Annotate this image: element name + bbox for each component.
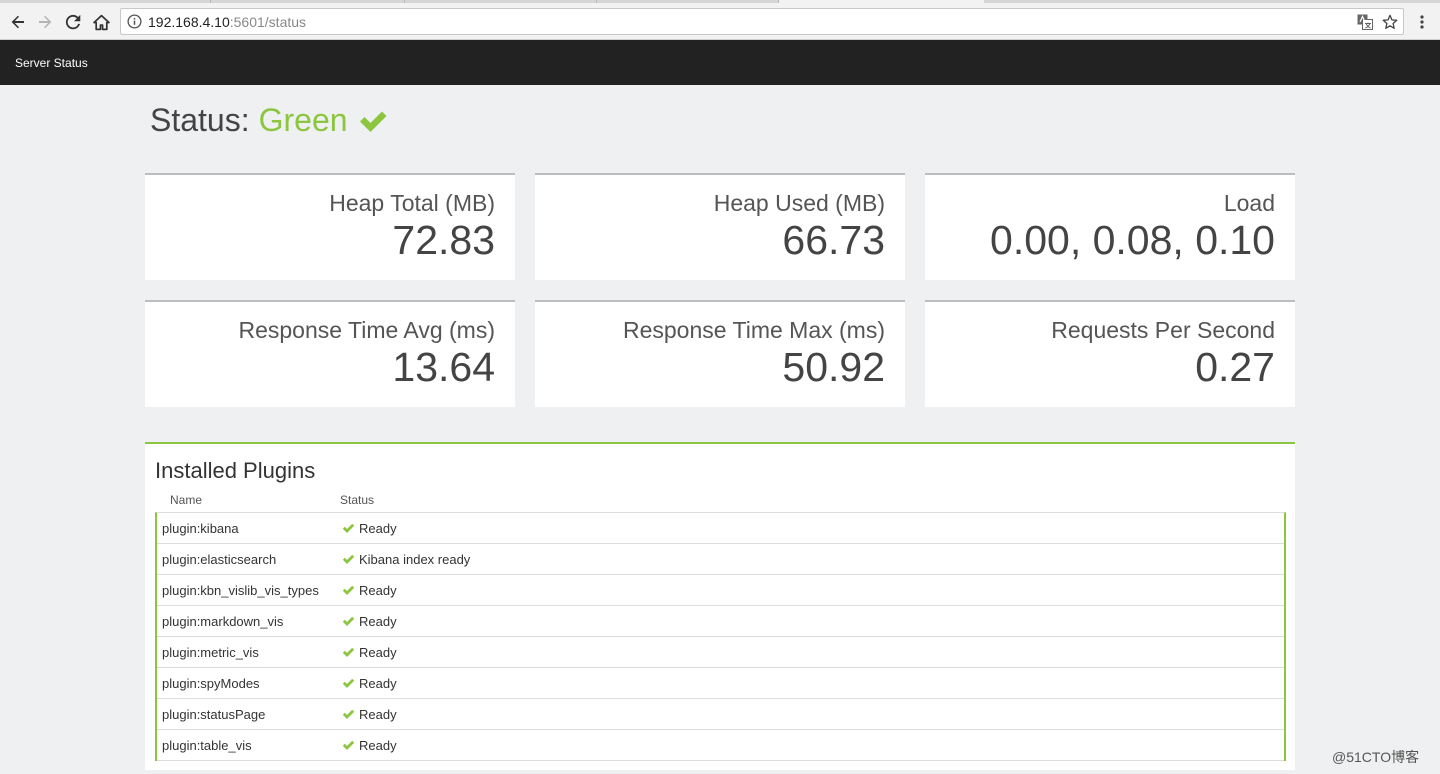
address-bar[interactable]: 192.168.4.10:5601/status	[120, 8, 1404, 35]
plugin-name: plugin:kibana	[162, 521, 239, 536]
metric-card-load: Load 0.00, 0.08, 0.10	[925, 173, 1295, 280]
plugin-status: Ready	[342, 738, 397, 753]
plugin-status-text: Ready	[359, 707, 397, 722]
star-icon	[1382, 14, 1398, 29]
metric-value: 0.00, 0.08, 0.10	[990, 217, 1275, 263]
url-path: :5601/status	[229, 14, 307, 30]
table-row: plugin:kbn_vislib_vis_types Ready	[157, 575, 1284, 606]
column-header-name: Name	[170, 493, 203, 507]
plugin-name: plugin:spyModes	[162, 676, 260, 691]
metric-label: Requests Per Second	[1051, 317, 1275, 343]
forward-arrow-icon	[39, 15, 52, 29]
plugin-status-text: Ready	[359, 583, 397, 598]
status-state: Green	[258, 102, 348, 138]
metric-card-response-max: Response Time Max (ms) 50.92	[535, 300, 905, 407]
check-icon	[342, 585, 355, 595]
metric-value: 0.27	[1195, 344, 1275, 390]
metric-card-requests-per-second: Requests Per Second 0.27	[925, 300, 1295, 407]
plugins-heading: Installed Plugins	[155, 458, 316, 483]
plugin-name: plugin:markdown_vis	[162, 614, 284, 629]
metric-value: 50.92	[782, 344, 885, 390]
home-button[interactable]	[89, 10, 113, 34]
plugin-status-text: Ready	[359, 521, 397, 536]
installed-plugins-panel: Installed Plugins Name Status plugin:kib…	[145, 442, 1295, 770]
check-icon	[342, 647, 355, 657]
more-vertical-icon	[1420, 15, 1424, 29]
check-icon	[342, 616, 355, 626]
check-icon	[359, 111, 387, 132]
translate-icon	[1357, 14, 1373, 30]
plugin-status: Ready	[342, 521, 397, 536]
plugin-status-text: Ready	[359, 738, 397, 753]
plugin-name: plugin:elasticsearch	[162, 552, 277, 567]
watermark: @51CTO博客	[1332, 749, 1420, 765]
column-header-status: Status	[340, 493, 375, 507]
plugin-status-text: Ready	[359, 614, 397, 629]
reload-icon	[65, 14, 81, 30]
metric-card-response-avg: Response Time Avg (ms) 13.64	[145, 300, 515, 407]
plugin-name: plugin:table_vis	[162, 738, 252, 753]
status-prefix: Status:	[150, 102, 250, 138]
table-row: plugin:table_vis Ready	[157, 730, 1284, 761]
plugin-status: Ready	[342, 645, 397, 660]
metric-label: Load	[1223, 190, 1275, 216]
metric-value: 72.83	[392, 217, 495, 263]
browser-toolbar: 192.168.4.10:5601/status	[0, 3, 1440, 40]
plugin-name: plugin:metric_vis	[162, 645, 259, 660]
browser-menu-button[interactable]	[1412, 10, 1432, 34]
table-row: plugin:elasticsearch Kibana index ready	[157, 544, 1284, 575]
url-text[interactable]: 192.168.4.10:5601/status	[148, 14, 306, 30]
check-icon	[342, 709, 355, 719]
table-row: plugin:kibana Ready	[157, 513, 1284, 544]
metric-value: 13.64	[392, 344, 495, 390]
plugin-status: Ready	[342, 614, 397, 629]
metric-label: Heap Used (MB)	[713, 190, 885, 216]
plugin-status-text: Kibana index ready	[359, 552, 471, 567]
overall-status: Status: Green	[150, 102, 388, 139]
check-icon	[342, 740, 355, 750]
page-title[interactable]: Server Status	[15, 56, 88, 70]
plugin-status: Ready	[342, 676, 397, 691]
app-header: Server Status	[0, 40, 1440, 85]
forward-button[interactable]	[33, 10, 57, 34]
table-row: plugin:metric_vis Ready	[157, 637, 1284, 668]
back-arrow-icon	[11, 15, 24, 29]
metric-label: Response Time Max (ms)	[622, 317, 885, 343]
plugin-status: Ready	[342, 707, 397, 722]
check-icon	[342, 554, 355, 564]
bookmark-star-button[interactable]	[1381, 13, 1399, 31]
metric-label: Heap Total (MB)	[329, 190, 495, 216]
back-button[interactable]	[6, 10, 30, 34]
plugin-status-text: Ready	[359, 676, 397, 691]
table-row: plugin:spyModes Ready	[157, 668, 1284, 699]
check-icon	[342, 678, 355, 688]
metric-card-heap-used: Heap Used (MB) 66.73	[535, 173, 905, 280]
plugin-status: Kibana index ready	[342, 552, 470, 567]
metric-value: 66.73	[782, 217, 885, 263]
info-icon[interactable]	[127, 14, 142, 29]
table-row: plugin:markdown_vis Ready	[157, 606, 1284, 637]
home-icon	[92, 14, 110, 30]
plugin-name: plugin:statusPage	[162, 707, 266, 722]
metric-card-heap-total: Heap Total (MB) 72.83	[145, 173, 515, 280]
metric-label: Response Time Avg (ms)	[238, 317, 495, 343]
url-host: 192.168.4.10	[148, 14, 230, 30]
plugin-status-text: Ready	[359, 645, 397, 660]
plugin-status: Ready	[342, 583, 397, 598]
plugin-name: plugin:kbn_vislib_vis_types	[162, 583, 319, 598]
translate-button[interactable]	[1356, 13, 1374, 31]
plugins-table: plugin:kibana Ready plugin:elasticsearch Ki…	[155, 512, 1286, 761]
table-row: plugin:statusPage Ready	[157, 699, 1284, 730]
check-icon	[342, 523, 355, 533]
reload-button[interactable]	[61, 10, 85, 34]
